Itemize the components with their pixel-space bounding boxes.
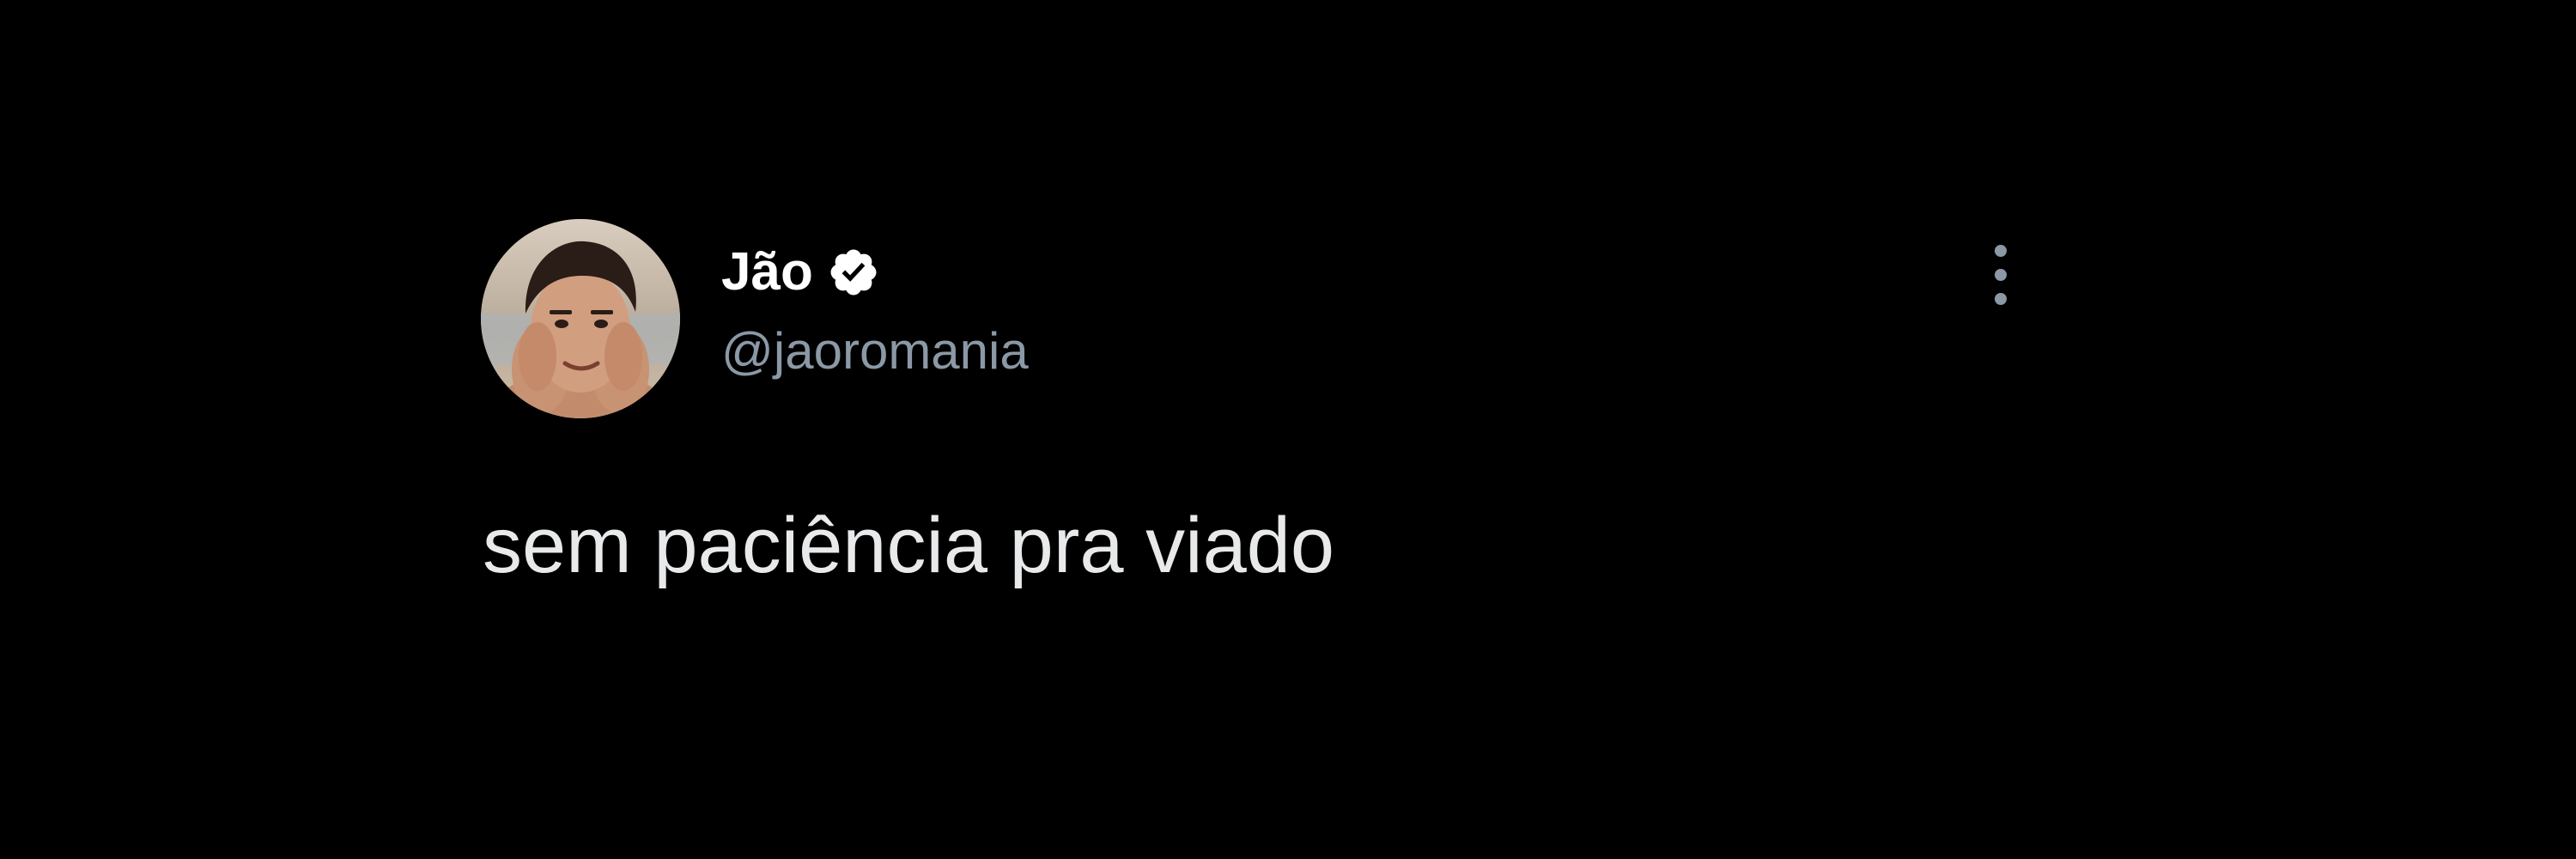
verified-badge-icon — [827, 246, 880, 299]
more-vertical-icon-dot — [1995, 293, 2007, 305]
avatar-photo — [481, 219, 680, 418]
display-name[interactable]: Jão — [721, 238, 813, 307]
tweet-card: Jão @jaoromania sem paciência pra viado — [481, 219, 2026, 606]
page: Jão @jaoromania sem paciência pra viado — [0, 0, 2576, 859]
tweet-text: sem paciência pra viado — [483, 502, 1335, 589]
more-vertical-icon — [1995, 245, 2007, 257]
user-handle[interactable]: @jaoromania — [721, 317, 1029, 386]
name-row: Jão — [721, 238, 1029, 307]
avatar[interactable] — [481, 219, 680, 418]
author-block: Jão @jaoromania — [721, 238, 1029, 386]
more-vertical-icon-dot — [1995, 269, 2007, 281]
more-options-button[interactable] — [1975, 236, 2026, 314]
